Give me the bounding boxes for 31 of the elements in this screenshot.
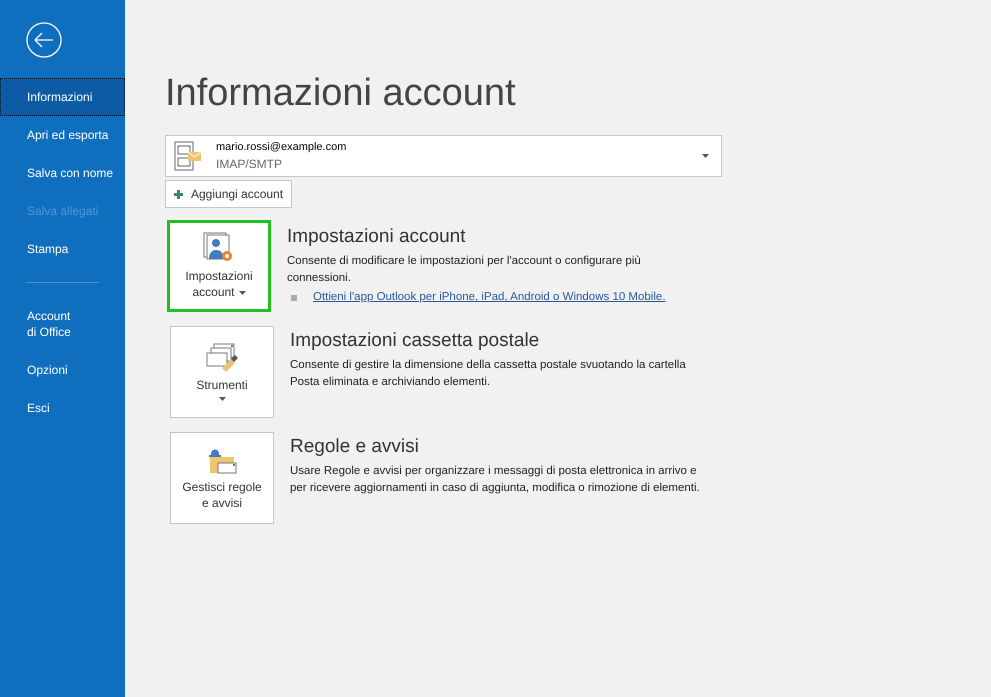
- section-button[interactable]: Gestisci regole e avvisi: [170, 432, 274, 524]
- add-account-button[interactable]: Aggiungi account: [165, 180, 292, 208]
- page-title: Informazioni account: [165, 71, 517, 116]
- sidebar-item[interactable]: Account di Office: [0, 297, 125, 351]
- mail-cabinet-icon: [174, 141, 202, 171]
- sidebar-item[interactable]: Stampa: [0, 230, 125, 268]
- section-button[interactable]: Impostazioni account: [167, 220, 271, 312]
- sidebar-item[interactable]: Esci: [0, 389, 125, 427]
- plus-icon: [174, 190, 183, 198]
- account-dropdown[interactable]: mario.rossi@example.com IMAP/SMTP: [165, 135, 722, 177]
- sidebar-item[interactable]: Salva con nome: [0, 154, 125, 192]
- account-email: mario.rossi@example.com: [216, 140, 348, 154]
- section-description: Consente di modificare le impostazioni per l'account o configurare più connessioni.: [287, 254, 642, 286]
- caret-icon: [238, 291, 246, 296]
- section-title: Impostazioni cassetta postale: [290, 329, 540, 353]
- caret-icon: [218, 397, 226, 401]
- caret-icon: [702, 154, 709, 158]
- section-title: Impostazioni account: [287, 225, 466, 249]
- section-title: Regole e avvisi: [290, 435, 420, 459]
- envelopes-brush-icon: [206, 343, 238, 373]
- sidebar-item[interactable]: Opzioni: [0, 351, 125, 389]
- section-button[interactable]: Strumenti: [170, 326, 274, 418]
- account-type: IMAP/SMTP: [216, 156, 284, 172]
- sidebar-item[interactable]: Informazioni: [0, 78, 125, 116]
- bullet-icon: [291, 294, 297, 301]
- account-settings-icon: [203, 232, 235, 264]
- outlook-app-link[interactable]: Ottieni l'app Outlook per iPhone, iPad, Android o Windows 10 Mobile.: [313, 289, 666, 306]
- section-description: Usare Regole e avvisi per organizzare i messaggi di posta elettronica in arrivo e per ricevere aggiornamenti in caso di aggiunta, modifica o rimozione di elementi.: [290, 464, 701, 496]
- section-description: Consente di gestire la dimensione della cassetta postale svuotando la cartella Posta eliminata e archiviando elementi.: [290, 358, 687, 390]
- back-icon[interactable]: [26, 22, 62, 58]
- sidebar-item[interactable]: Apri ed esporta: [0, 116, 125, 154]
